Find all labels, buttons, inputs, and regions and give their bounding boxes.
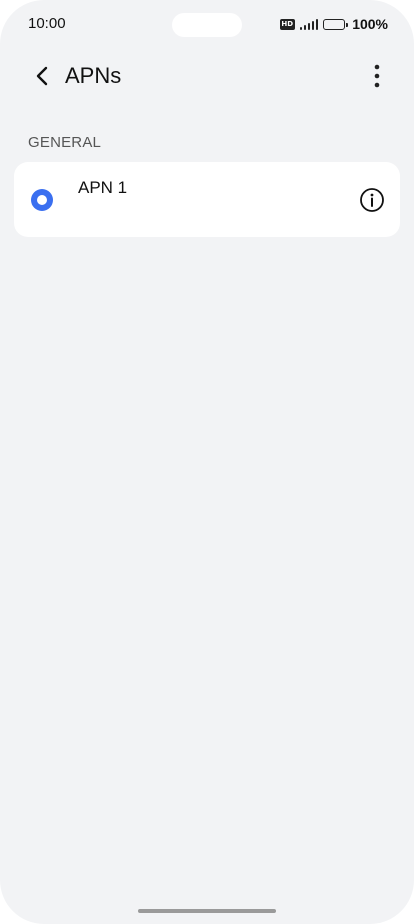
hd-badge-icon: HD — [279, 18, 295, 30]
apn-radio-selected[interactable] — [31, 189, 53, 211]
more-options-button[interactable] — [362, 60, 392, 92]
signal-bars-icon — [299, 18, 319, 30]
phone-screen: 10:00 HD 100% APNs GENERAL APN 1 — [0, 0, 414, 924]
page-title: APNs — [65, 63, 122, 88]
info-circle-icon — [360, 188, 384, 212]
apn-name: APN 1 — [78, 178, 128, 197]
radio-dot — [37, 195, 47, 205]
battery-percent: 100% — [352, 16, 388, 32]
chevron-left-icon — [36, 66, 48, 86]
status-bar: 10:00 HD 100% — [0, 0, 414, 48]
section-label-general: GENERAL — [28, 134, 102, 151]
status-time: 10:00 — [28, 15, 66, 32]
apn-list-card: APN 1 — [14, 162, 400, 237]
back-button[interactable] — [28, 62, 56, 90]
battery-full-icon — [323, 18, 349, 30]
apn-info-button[interactable] — [358, 186, 386, 214]
home-indicator[interactable] — [138, 909, 276, 913]
status-icons: HD 100% — [279, 15, 388, 33]
app-header: APNs — [0, 58, 414, 94]
more-vertical-icon — [374, 64, 380, 88]
camera-cutout — [172, 13, 242, 37]
apn-list-item[interactable]: APN 1 — [14, 162, 400, 237]
